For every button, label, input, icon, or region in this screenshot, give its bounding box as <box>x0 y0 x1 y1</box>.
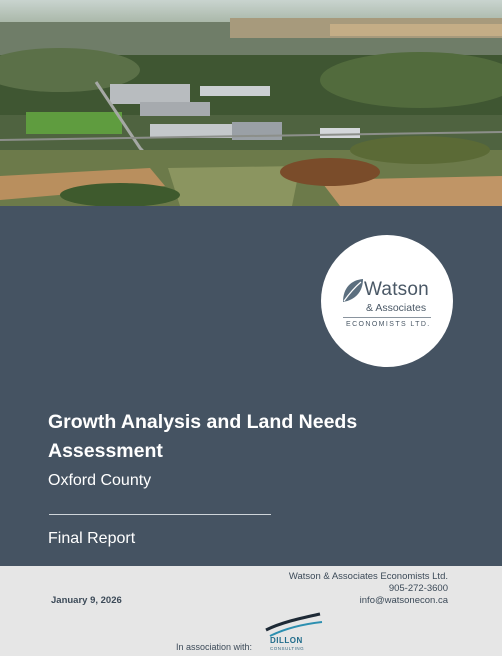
title-divider <box>49 514 271 515</box>
report-county: Oxford County <box>48 472 152 489</box>
logo-name: Watson <box>364 279 429 300</box>
partner-sub: CONSULTING <box>270 646 305 651</box>
logo-tagline: ECONOMISTS LTD. <box>346 321 431 328</box>
report-title: Growth Analysis and Land Needs Assessmen… <box>48 411 358 462</box>
aerial-photo <box>0 0 502 206</box>
report-date: January 9, 2026 <box>51 595 122 606</box>
contact-block: Watson & Associates Economists Ltd. 905-… <box>289 571 448 607</box>
email-address[interactable]: info@watsonecon.ca <box>289 595 448 607</box>
company-name: Watson & Associates Economists Ltd. <box>288 571 448 582</box>
cover-panel: Watson & Associates ECONOMISTS LTD. Grow… <box>0 206 502 566</box>
phone-number: 905-272-3600 <box>388 583 448 594</box>
watson-logo: Watson & Associates ECONOMISTS LTD. <box>321 235 453 367</box>
cover-footer: January 9, 2026 Watson & Associates Econ… <box>0 566 502 656</box>
dillon-swoosh-icon <box>265 612 323 637</box>
partner-name: DILLON <box>270 636 303 645</box>
logo-rule <box>343 317 431 318</box>
logo-sub: & Associates <box>366 302 427 314</box>
report-cover: Watson & Associates ECONOMISTS LTD. Grow… <box>0 0 502 656</box>
report-type: Final Report <box>48 530 136 547</box>
association-label: In association with: <box>176 642 253 652</box>
leaf-icon <box>343 279 363 302</box>
